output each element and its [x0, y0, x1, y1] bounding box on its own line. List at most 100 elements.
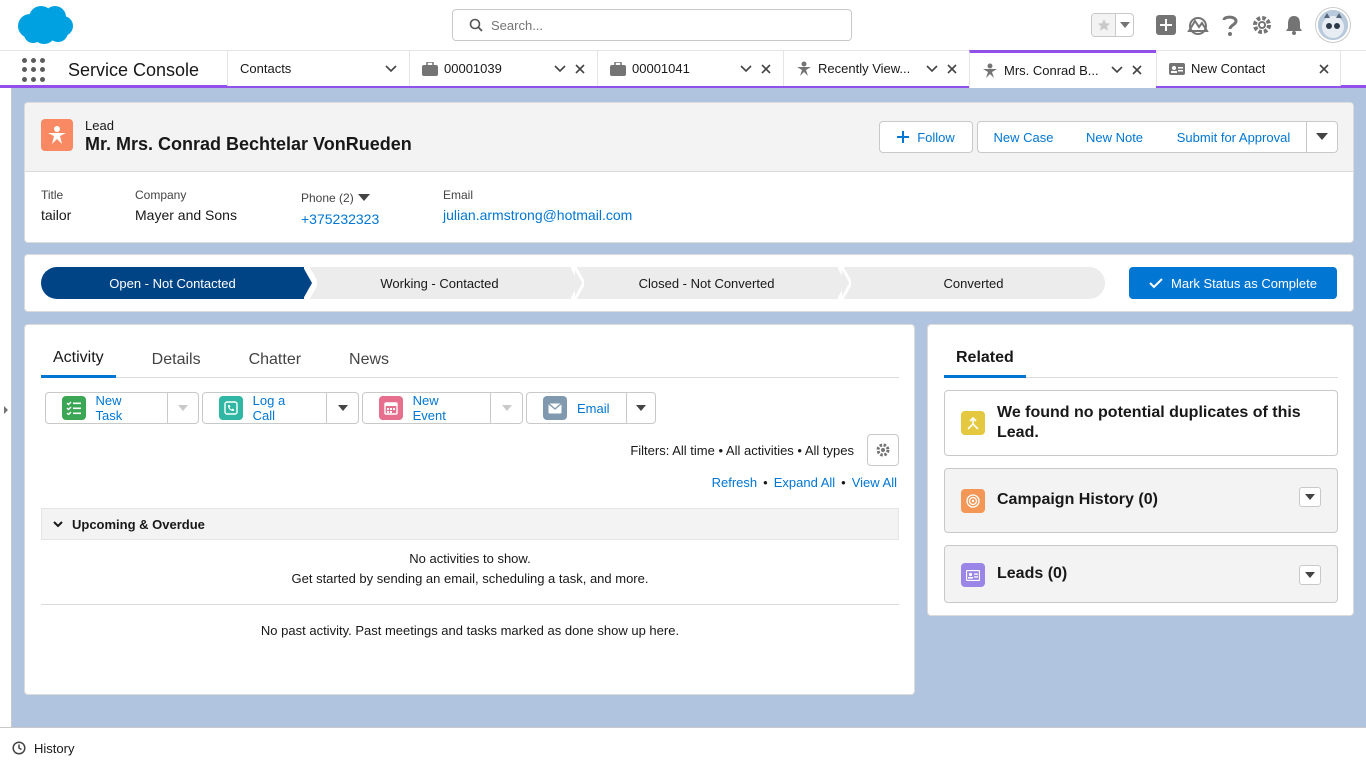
close-icon[interactable]: [573, 62, 587, 76]
briefcase-icon: [422, 61, 438, 76]
close-icon[interactable]: [945, 62, 959, 76]
chevron-down-icon[interactable]: [739, 62, 753, 76]
activity-filters-text: Filters: All time • All activities • All…: [630, 443, 854, 458]
activity-tabs: Activity Details Chatter News: [41, 341, 899, 378]
check-icon: [1149, 277, 1163, 289]
chevron-down-icon[interactable]: [1299, 487, 1321, 507]
close-icon[interactable]: [1130, 63, 1144, 77]
mark-status-complete-button[interactable]: Mark Status as Complete: [1129, 267, 1337, 299]
tab-case-00001039[interactable]: 00001039: [409, 51, 597, 86]
filter-settings-gear-icon[interactable]: [867, 434, 899, 466]
task-icon: [62, 396, 86, 420]
field-label: Phone (2): [301, 191, 354, 205]
app-launcher-icon[interactable]: [22, 58, 46, 82]
global-header: Search...: [0, 0, 1366, 50]
chevron-down-icon[interactable]: [384, 62, 398, 76]
chevron-down-icon[interactable]: [553, 62, 567, 76]
path-step-closed-not-converted[interactable]: Closed - Not Converted: [575, 267, 846, 299]
activity-panel: Activity Details Chatter News New Task L…: [24, 324, 915, 695]
new-event-publisher: New Event: [362, 392, 523, 424]
utility-left-rail[interactable]: [0, 88, 12, 728]
leads-title[interactable]: Leads (0): [997, 565, 1067, 583]
campaign-icon: [961, 489, 985, 513]
trailhead-icon[interactable]: [1182, 9, 1214, 41]
lead-person-icon: [796, 61, 812, 77]
divider: [41, 604, 899, 605]
close-icon[interactable]: [759, 62, 773, 76]
upcoming-overdue-section[interactable]: Upcoming & Overdue: [41, 508, 899, 540]
chevron-down-icon[interactable]: [1116, 14, 1133, 36]
log-call-label: Log a Call: [252, 393, 286, 423]
salesforce-logo[interactable]: [16, 4, 74, 46]
new-task-label: New Task: [95, 393, 123, 423]
email-icon: [543, 396, 567, 420]
new-note-button[interactable]: New Note: [1069, 121, 1161, 153]
tab-label: 00001039: [444, 61, 502, 76]
more-actions-button[interactable]: [1306, 121, 1338, 153]
path-step-open-not-contacted[interactable]: Open - Not Contacted: [41, 267, 312, 299]
history-clock-icon[interactable]: [12, 741, 26, 755]
tab-label: 00001041: [632, 61, 690, 76]
email-button[interactable]: Email: [527, 393, 626, 423]
follow-button[interactable]: Follow: [879, 121, 973, 153]
upcoming-title: Upcoming & Overdue: [72, 516, 205, 532]
tab-recently-viewed[interactable]: Recently View...: [783, 51, 969, 86]
view-all-link[interactable]: View All: [852, 475, 897, 490]
chevron-down-icon[interactable]: [490, 393, 522, 423]
briefcase-icon: [610, 61, 626, 76]
tab-case-00001041[interactable]: 00001041: [597, 51, 783, 86]
log-a-call-button[interactable]: Log a Call: [203, 393, 326, 423]
email-label: Email: [577, 400, 610, 416]
tab-news[interactable]: News: [337, 341, 401, 378]
path-step-converted[interactable]: Converted: [842, 267, 1105, 299]
duplicates-message: We found no potential duplicates of this…: [997, 404, 1301, 441]
chevron-down-icon[interactable]: [166, 393, 198, 423]
chevron-down-icon[interactable]: [625, 393, 655, 423]
utility-bar: History: [0, 727, 1366, 768]
path-step-working-contacted[interactable]: Working - Contacted: [308, 267, 579, 299]
tab-activity[interactable]: Activity: [41, 341, 116, 378]
star-icon[interactable]: [1092, 14, 1116, 36]
new-event-button[interactable]: New Event: [363, 393, 490, 423]
tab-chatter[interactable]: Chatter: [237, 341, 313, 378]
tab-label: Contacts: [240, 61, 292, 76]
close-icon[interactable]: [1317, 62, 1331, 76]
chevron-down-icon[interactable]: [1299, 565, 1321, 585]
add-icon: [897, 131, 910, 143]
search-placeholder: Search...: [491, 17, 544, 33]
expand-all-link[interactable]: Expand All: [774, 475, 835, 490]
new-task-button[interactable]: New Task: [46, 393, 167, 423]
field-value: Mayer and Sons: [135, 207, 237, 223]
duplicate-icon: [961, 411, 985, 435]
global-actions-icon[interactable]: [1150, 9, 1182, 41]
phone-link[interactable]: +375232323: [301, 211, 379, 227]
activity-links: Refresh • Expand All • View All: [712, 475, 897, 490]
tab-lead-conrad[interactable]: Mrs. Conrad B...: [969, 50, 1156, 88]
step-label: Converted: [943, 275, 1004, 291]
chevron-down-icon[interactable]: [1110, 63, 1124, 77]
campaign-history-title[interactable]: Campaign History (0): [997, 491, 1158, 509]
submit-for-approval-button[interactable]: Submit for Approval: [1160, 121, 1308, 153]
global-search-input[interactable]: Search...: [452, 9, 852, 41]
notifications-bell-icon[interactable]: [1278, 9, 1310, 41]
refresh-link[interactable]: Refresh: [712, 475, 758, 490]
chevron-down-icon[interactable]: [925, 62, 939, 76]
status-path: Open - Not Contacted Working - Contacted…: [24, 254, 1354, 312]
phone-label-dropdown[interactable]: Phone (2): [301, 191, 379, 205]
setup-gear-icon[interactable]: [1246, 9, 1278, 41]
history-button[interactable]: History: [34, 741, 74, 756]
tab-contacts[interactable]: Contacts: [227, 51, 409, 86]
tab-details[interactable]: Details: [140, 341, 213, 378]
favorites-button[interactable]: [1091, 13, 1134, 37]
tab-new-contact[interactable]: New Contact: [1156, 51, 1341, 86]
lead-card-icon: [961, 563, 985, 587]
tab-related[interactable]: Related: [944, 341, 1026, 378]
chevron-down-icon[interactable]: [326, 393, 358, 423]
new-case-button[interactable]: New Case: [977, 121, 1070, 153]
user-avatar[interactable]: [1316, 8, 1350, 42]
lead-person-icon: [982, 63, 998, 79]
lead-icon: [41, 119, 73, 151]
email-link[interactable]: julian.armstrong@hotmail.com: [443, 207, 632, 223]
record-title: Mr. Mrs. Conrad Bechtelar VonRueden: [85, 134, 412, 154]
help-icon[interactable]: [1214, 9, 1246, 41]
